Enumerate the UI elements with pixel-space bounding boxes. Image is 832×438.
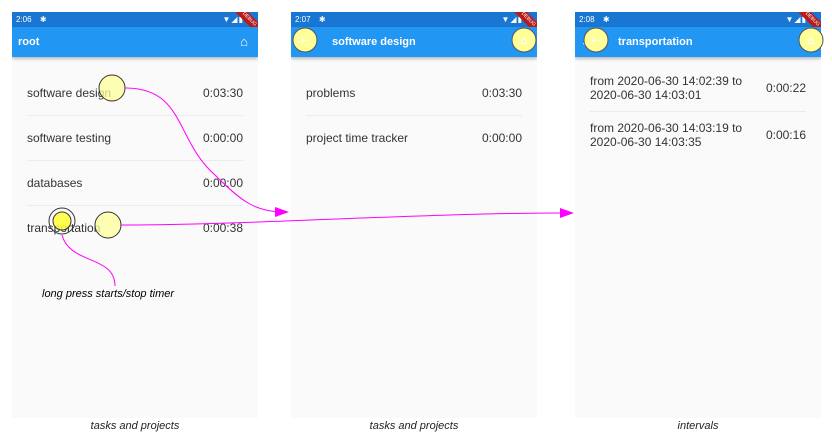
settings-icon: ✱ [39, 15, 47, 24]
page-title: transportation [618, 36, 693, 48]
screen-transportation: 2:08 ✱ ▼◢▮ DEBUG ← transportation ⌂ from… [575, 12, 821, 418]
status-bar: 2:08 ✱ ▼◢▮ [575, 12, 821, 27]
screen-caption: intervals [677, 420, 719, 432]
item-duration: 0:03:30 [481, 86, 522, 100]
item-name: problems [306, 86, 356, 100]
task-list: problems 0:03:30 project time tracker 0:… [291, 57, 537, 160]
list-item[interactable]: problems 0:03:30 [306, 71, 522, 116]
arrow-back-icon[interactable]: ← [579, 34, 595, 50]
status-time: 2:07 [295, 15, 311, 24]
list-item[interactable]: software design 0:03:30 [27, 71, 243, 116]
item-name: project time tracker [306, 131, 409, 145]
interval-range: from 2020-06-30 14:03:19 to 2020-06-30 1… [590, 121, 743, 149]
item-duration: 0:00:00 [202, 131, 243, 145]
list-item: from 2020-06-30 14:03:19 to 2020-06-30 1… [590, 112, 806, 158]
screen-caption: tasks and projects [369, 420, 459, 432]
item-duration: 0:00:00 [481, 131, 522, 145]
item-name: software design [27, 86, 112, 100]
screen-root: 2:06 ✱ ▼◢▮ DEBUG root ⌂ software design … [12, 12, 258, 418]
item-name: transportation [27, 221, 101, 235]
screen-caption: tasks and projects [90, 420, 180, 432]
list-item: from 2020-06-30 14:02:39 to 2020-06-30 1… [590, 65, 806, 112]
interval-duration: 0:00:22 [765, 81, 806, 95]
screen-software-design: 2:07 ✱ ▼◢▮ DEBUG ← software design ⌂ pro… [291, 12, 537, 418]
list-item[interactable]: software testing 0:00:00 [27, 116, 243, 161]
arrow-head [275, 207, 289, 217]
settings-icon: ✱ [318, 15, 326, 24]
page-title: root [18, 36, 40, 48]
interval-range: from 2020-06-30 14:02:39 to 2020-06-30 1… [590, 74, 743, 102]
app-bar: ← transportation ⌂ [575, 27, 821, 57]
arrow-head [560, 208, 574, 218]
interval-duration: 0:00:16 [765, 128, 806, 142]
app-bar: root ⌂ [12, 27, 258, 57]
status-time: 2:06 [16, 15, 32, 24]
list-item[interactable]: transportation 0:00:38 [27, 206, 243, 250]
app-bar: ← software design ⌂ [291, 27, 537, 57]
status-bar: 2:07 ✱ ▼◢▮ [291, 12, 537, 27]
list-item[interactable]: databases 0:00:00 [27, 161, 243, 206]
page-title: software design [332, 36, 416, 48]
interval-list: from 2020-06-30 14:02:39 to 2020-06-30 1… [575, 57, 821, 158]
item-duration: 0:00:38 [202, 221, 243, 235]
list-item[interactable]: project time tracker 0:00:00 [306, 116, 522, 160]
home-icon[interactable]: ⌂ [799, 34, 815, 50]
item-duration: 0:00:00 [202, 176, 243, 190]
item-duration: 0:03:30 [202, 86, 243, 100]
home-icon[interactable]: ⌂ [515, 34, 531, 50]
arrow-back-icon[interactable]: ← [295, 34, 311, 50]
item-name: software testing [27, 131, 112, 145]
settings-icon: ✱ [602, 15, 610, 24]
status-time: 2:08 [579, 15, 595, 24]
item-name: databases [27, 176, 83, 190]
home-icon[interactable]: ⌂ [236, 34, 252, 50]
annotation-text: long press starts/stop timer [42, 288, 175, 300]
task-list: software design 0:03:30 software testing… [12, 57, 258, 250]
status-bar: 2:06 ✱ ▼◢▮ [12, 12, 258, 27]
